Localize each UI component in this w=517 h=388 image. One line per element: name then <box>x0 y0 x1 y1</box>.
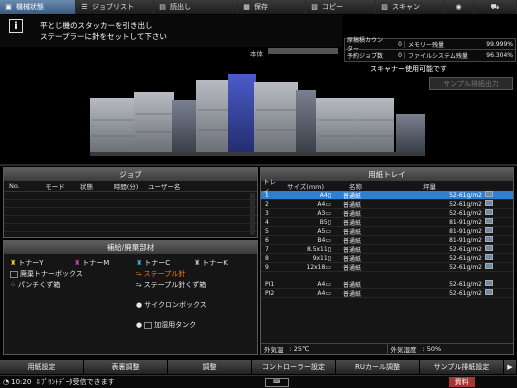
environment-status: 外気温: 25℃ 外気湿度: 50% <box>261 343 513 354</box>
list-icon: ☰ <box>81 3 88 11</box>
toner-bottle-icon: ♜ <box>74 259 81 267</box>
supply-staple-waste[interactable]: ⥲ ステープル針くず箱 <box>136 280 206 290</box>
main-unit-label: 本体 <box>250 50 263 58</box>
tab-cart[interactable]: ⛟ <box>474 0 517 14</box>
table-row[interactable] <box>4 208 257 216</box>
machine-icon: ▣ <box>5 3 12 11</box>
next-page-button[interactable]: ▶ <box>504 360 517 374</box>
copy-icon: ▧ <box>311 3 318 11</box>
supply-cyclone[interactable]: ● サイクロンボックス <box>136 300 207 310</box>
supply-panel-title: 補給/廃棄部材 <box>4 241 257 254</box>
job-panel-title: ジョブ <box>4 168 257 181</box>
table-row[interactable] <box>4 200 257 208</box>
paper-swatch-icon <box>485 209 493 215</box>
paper-swatch-icon <box>485 289 493 295</box>
document-icon: ▤ <box>159 3 166 11</box>
job-scrollbar[interactable] <box>250 193 255 235</box>
tank-icon: ● <box>136 321 143 329</box>
front-back-adjust-button[interactable]: 表裏調整 <box>84 360 168 374</box>
sample-output-button[interactable]: サンプル排紙出力 <box>429 77 513 90</box>
tab-machine-status[interactable]: ▣ 機械状態 <box>0 0 76 14</box>
supply-punch[interactable]: ⁘ パンチくず箱 <box>10 280 60 290</box>
cart-icon: ⛟ <box>490 2 500 11</box>
message-line-1: 平とじ機のスタッカーを引き出し <box>40 21 153 30</box>
staple-warning-icon: ⥲ <box>136 269 142 278</box>
table-row[interactable] <box>4 216 257 224</box>
staple-icon: ⥲ <box>136 280 142 289</box>
tab-copy[interactable]: ▧ コピー <box>306 0 376 14</box>
keyboard-icon[interactable]: ⌨ <box>264 377 289 387</box>
supply-toner-m[interactable]: ♜ トナーM <box>74 258 109 268</box>
status-table: 原稿積カウンター 0 メモリー残量 99.999% 予約ジョブ数 0 ファイルシ… <box>344 37 516 62</box>
supply-staple[interactable]: ⥲ ステープル針 <box>136 269 185 279</box>
paper-swatch-icon <box>485 245 493 251</box>
paper-setting-button[interactable]: 用紙設定 <box>0 360 84 374</box>
paper-swatch-icon <box>485 227 493 233</box>
time: 10:20 <box>11 378 32 386</box>
toner-bottle-icon: ♜ <box>10 259 17 267</box>
job-table-header: No. モード 状態 時間(分) ユーザー名 <box>4 181 257 192</box>
controller-setting-button[interactable]: コントローラー設定 <box>252 360 336 374</box>
paper-tray-title: 用紙トレイ <box>261 168 513 181</box>
paper-table-header: トレイ サイズ(mm) 名称 坪量 <box>263 178 436 196</box>
supply-waste-toner[interactable]: 廃棄トナーボックス <box>10 269 83 279</box>
adjust-button[interactable]: 調整 <box>168 360 252 374</box>
bottom-toolbar: 用紙設定 表裏調整 調整 コントローラー設定 RUカール調整 サンプル排紙設定 … <box>0 360 517 374</box>
status-row: 予約ジョブ数 0 ファイルシステム残量 96.304% <box>347 52 513 60</box>
toner-bottle-icon: ♜ <box>194 259 201 267</box>
paper-swatch-icon <box>485 236 493 242</box>
paper-swatch-icon <box>485 191 493 197</box>
supply-panel: 補給/廃棄部材 ♜ トナーY ♜ トナーM ♜ トナーC ♜ トナーK 廃棄トナーボック… <box>3 240 258 355</box>
machine-illustration[interactable] <box>90 70 425 162</box>
message-area: i 平とじ機のスタッカーを引き出し ステープラーに針をセットして下さい <box>0 15 342 47</box>
divider <box>0 164 517 166</box>
supply-toner-y[interactable]: ♜ トナーY <box>10 258 44 268</box>
tab-read[interactable]: ▤ 読出し <box>154 0 238 14</box>
play-icon: ▶ <box>507 363 513 371</box>
table-row[interactable]: PI2 A4▭ 普通紙 52-61g/m2 <box>261 289 513 298</box>
table-row[interactable]: 9 12x18▭ 普通紙 52-61g/m2 <box>261 263 513 272</box>
paper-swatch-icon <box>485 280 493 286</box>
info-icon: i <box>9 19 23 33</box>
supply-toner-k[interactable]: ♜ トナーK <box>194 258 228 268</box>
paper-swatch-icon <box>485 263 493 269</box>
tab-disc[interactable]: ◉ <box>444 0 474 14</box>
paper-rows: 1 A4▯ 普通紙 52-61g/m2 2 A4▭ 普通紙 52-61g/m2 3 A3▭ 普通紙 5… <box>261 191 513 298</box>
clock-icon: ◔ <box>3 378 10 386</box>
paper-swatch-icon <box>485 200 493 206</box>
main-unit-bar <box>268 48 338 54</box>
paper-swatch-icon <box>485 254 493 260</box>
disc-icon: ◉ <box>455 3 462 11</box>
sample-output-setting-button[interactable]: サンプル排紙設定 <box>420 360 504 374</box>
box-icon <box>10 270 18 278</box>
scan-icon: ▨ <box>381 3 388 11</box>
tab-scan[interactable]: ▨ スキャン <box>376 0 444 14</box>
doc-badge[interactable]: 資料 <box>448 377 475 387</box>
top-tab-bar: ▣ 機械状態 ☰ ジョブリスト ▤ 読出し ▦ 保存 ▧ コピー ▨ スキャン ◉ ⛟ <box>0 0 517 14</box>
table-row[interactable] <box>4 224 257 232</box>
status-row: 原稿積カウンター 0 メモリー残量 99.999% <box>345 37 515 53</box>
cyclone-icon: ● <box>136 301 143 309</box>
paper-swatch-icon <box>485 218 493 224</box>
save-icon: ▦ <box>243 3 250 11</box>
paper-tray-panel: 用紙トレイ トレイ サイズ(mm) 名称 坪量 1 A4▯ 普通紙 52-61g/m2… <box>260 167 514 355</box>
punch-icon: ⁘ <box>10 281 16 289</box>
ru-curl-adjust-button[interactable]: RUカール調整 <box>336 360 420 374</box>
status-bar: ◔ 10:20 ⇩ ﾌﾟﾘﾝﾄﾃﾞｰﾀ受信できます ⌨ 資料 <box>0 375 517 388</box>
message-line-2: ステープラーに針をセットして下さい <box>40 32 167 41</box>
supply-humid-tank[interactable]: ● 加湿用タンク <box>136 320 196 330</box>
job-panel: ジョブ No. モード 状態 時間(分) ユーザー名 <box>3 167 258 238</box>
status-message: ﾌﾟﾘﾝﾄﾃﾞｰﾀ受信できます <box>41 378 115 386</box>
tab-job-list[interactable]: ☰ ジョブリスト <box>76 0 154 14</box>
supply-toner-c[interactable]: ♜ トナーC <box>136 258 170 268</box>
tab-save[interactable]: ▦ 保存 <box>238 0 306 14</box>
box-icon <box>144 321 153 329</box>
toner-bottle-icon: ♜ <box>136 259 143 267</box>
table-row[interactable] <box>4 192 257 200</box>
